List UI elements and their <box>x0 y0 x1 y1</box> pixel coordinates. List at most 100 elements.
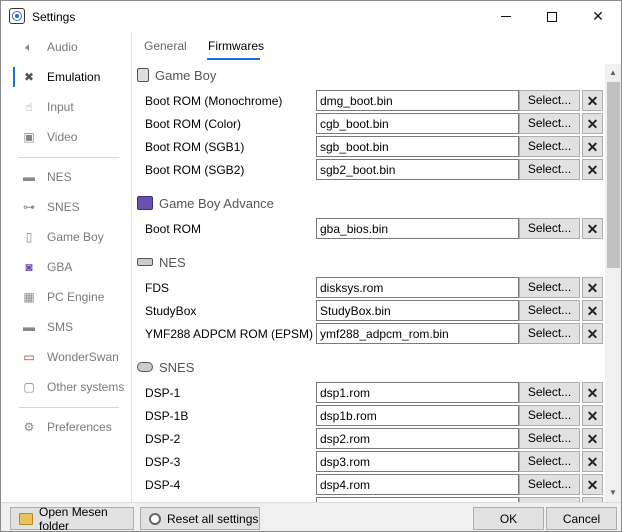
snes-controller-icon <box>137 362 153 372</box>
sidebar-separator <box>19 157 119 158</box>
reset-all-settings-button[interactable]: Reset all settings <box>140 507 260 530</box>
clear-file-button[interactable]: ✕ <box>582 323 603 344</box>
firmware-path-input[interactable] <box>316 277 519 298</box>
scrollbar-thumb[interactable] <box>607 82 620 268</box>
tab-general[interactable]: General <box>144 39 187 53</box>
firmware-path-input[interactable] <box>316 323 519 344</box>
close-icon: ✕ <box>586 138 599 155</box>
gameboy-icon <box>137 68 149 82</box>
sidebar-item-label: Audio <box>47 40 78 54</box>
firmware-path-input[interactable] <box>316 113 519 134</box>
firmware-label: Boot ROM (Monochrome) <box>145 94 283 108</box>
monitor-icon: ▣ <box>23 130 35 144</box>
sidebar-item-wonderswan[interactable]: ▭ WonderSwan <box>15 345 130 369</box>
window-title: Settings <box>32 10 76 24</box>
sidebar-item-gameboy[interactable]: ▯ Game Boy <box>15 225 130 249</box>
clear-file-button[interactable]: ✕ <box>582 451 603 472</box>
cancel-button[interactable]: Cancel <box>546 507 617 530</box>
clear-file-button[interactable]: ✕ <box>582 159 603 180</box>
sidebar-item-audio[interactable]: 🔈︎ Audio <box>15 35 130 59</box>
firmware-path-input[interactable] <box>316 405 519 426</box>
firmware-path-input[interactable] <box>316 136 519 157</box>
sidebar-item-label: SNES <box>47 200 80 214</box>
button-label: Open Mesen folder <box>39 504 108 532</box>
firmware-path-input[interactable] <box>316 90 519 111</box>
clear-file-button[interactable]: ✕ <box>582 405 603 426</box>
wonderswan-icon: ▭ <box>23 350 35 364</box>
pc-engine-icon: ▦ <box>23 290 35 304</box>
sidebar-item-label: Preferences <box>47 420 112 434</box>
close-button[interactable]: ✕ <box>575 1 621 32</box>
sidebar-item-emulation[interactable]: ✖︎ Emulation <box>13 65 130 89</box>
ok-button[interactable]: OK <box>473 507 544 530</box>
select-file-button[interactable]: Select... <box>519 323 580 344</box>
clear-file-button[interactable]: ✕ <box>582 136 603 157</box>
close-icon: ✕ <box>586 115 599 132</box>
close-icon: ✕ <box>592 8 604 24</box>
clear-file-button[interactable]: ✕ <box>582 113 603 134</box>
select-file-button[interactable]: Select... <box>519 300 580 321</box>
sidebar-item-input[interactable]: ☝︎ Input <box>15 95 130 119</box>
select-file-button[interactable]: Select... <box>519 136 580 157</box>
firmware-path-input[interactable] <box>316 428 519 449</box>
sidebar-item-gba[interactable]: ◙ GBA <box>15 255 130 279</box>
close-icon: ✕ <box>586 161 599 178</box>
firmware-label: DSP-1B <box>145 409 189 423</box>
close-icon: ✕ <box>586 220 599 237</box>
clear-file-button[interactable]: ✕ <box>582 474 603 495</box>
sidebar-item-pc-engine[interactable]: ▦ PC Engine <box>15 285 130 309</box>
close-icon: ✕ <box>586 302 599 319</box>
firmware-label: DSP-3 <box>145 455 181 469</box>
sidebar-item-label: SMS <box>47 320 74 334</box>
firmware-path-input[interactable] <box>316 382 519 403</box>
select-file-button[interactable]: Select... <box>519 405 580 426</box>
section-header-nes: NES <box>137 252 186 272</box>
select-file-button[interactable]: Select... <box>519 451 580 472</box>
scroll-down-icon[interactable]: ▼ <box>609 488 617 497</box>
vertical-scrollbar[interactable]: ▲ ▼ <box>605 64 621 502</box>
clear-file-button[interactable]: ✕ <box>582 218 603 239</box>
open-mesen-folder-button[interactable]: Open Mesen folder <box>10 504 134 532</box>
close-icon: ✕ <box>586 384 599 401</box>
firmware-path-input[interactable] <box>316 159 519 180</box>
sidebar-item-video[interactable]: ▣ Video <box>15 125 130 149</box>
firmware-path-input[interactable] <box>316 300 519 321</box>
sidebar-item-nes[interactable]: ▬ NES <box>15 165 130 189</box>
select-file-button[interactable]: Select... <box>519 382 580 403</box>
select-file-button[interactable]: Select... <box>519 218 580 239</box>
close-icon: ✕ <box>586 453 599 470</box>
clear-file-button[interactable]: ✕ <box>582 428 603 449</box>
select-file-button[interactable]: Select... <box>519 90 580 111</box>
title-bar[interactable]: Settings ✕ <box>1 1 621 32</box>
dialog-footer: Open Mesen folder Reset all settings OK … <box>1 502 621 531</box>
snes-controller-icon: ⊶ <box>23 200 35 214</box>
scroll-up-icon[interactable]: ▲ <box>609 68 617 77</box>
firmware-path-input[interactable] <box>316 218 519 239</box>
clear-file-button[interactable]: ✕ <box>582 300 603 321</box>
section-title: NES <box>159 254 186 270</box>
minimize-button[interactable] <box>483 1 529 32</box>
select-file-button[interactable]: Select... <box>519 428 580 449</box>
select-file-button[interactable]: Select... <box>519 113 580 134</box>
sidebar-item-snes[interactable]: ⊶ SNES <box>15 195 130 219</box>
clear-file-button[interactable]: ✕ <box>582 382 603 403</box>
select-file-button[interactable]: Select... <box>519 277 580 298</box>
close-icon: ✕ <box>586 476 599 493</box>
firmware-label: DSP-2 <box>145 432 181 446</box>
maximize-button[interactable] <box>529 1 575 32</box>
firmware-path-input[interactable] <box>316 474 519 495</box>
select-file-button[interactable]: Select... <box>519 159 580 180</box>
firmware-path-input[interactable] <box>316 451 519 472</box>
clear-file-button[interactable]: ✕ <box>582 277 603 298</box>
sidebar-item-preferences[interactable]: ⚙︎ Preferences <box>15 415 130 439</box>
firmware-label: Boot ROM (Color) <box>145 117 242 131</box>
firmware-label: Boot ROM (SGB2) <box>145 163 245 177</box>
tab-firmwares[interactable]: Firmwares <box>208 39 264 53</box>
folder-icon <box>19 512 33 525</box>
select-file-button[interactable]: Select... <box>519 474 580 495</box>
sidebar-item-label: Video <box>47 130 78 144</box>
sidebar-item-sms[interactable]: ▬ SMS <box>15 315 130 339</box>
clear-file-button[interactable]: ✕ <box>582 90 603 111</box>
sidebar-item-label: PC Engine <box>47 290 105 304</box>
sidebar-item-other-systems[interactable]: ▢ Other systems <box>15 375 130 399</box>
